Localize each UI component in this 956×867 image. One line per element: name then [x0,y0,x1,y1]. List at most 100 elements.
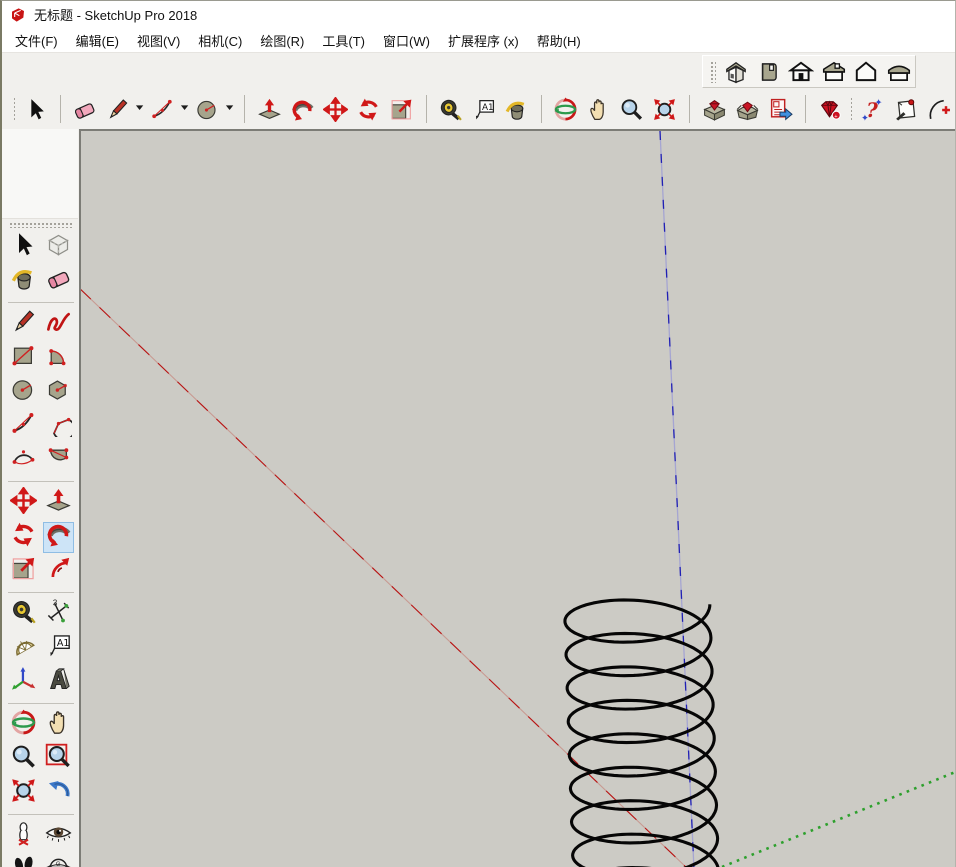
menu-item-6[interactable]: 工具(T) [313,28,374,53]
polygon-tool[interactable] [43,377,74,408]
palette-row [2,708,79,742]
arc-tool-icon[interactable] [150,96,175,122]
circle-options-caret-icon[interactable] [225,96,235,122]
iso-view-icon[interactable] [722,58,751,86]
menu-item-7[interactable]: 窗口(W) [374,28,439,53]
paint-bucket-tool[interactable] [8,266,39,297]
palette-grip[interactable] [9,222,73,228]
pan-tool-icon[interactable] [586,96,611,122]
eraser-tool[interactable] [43,266,74,297]
line-tool-icon[interactable] [105,96,130,122]
circle-tool-icon[interactable] [195,96,220,122]
dimension-tool[interactable]: 3 [43,599,74,630]
position-camera-tool[interactable] [8,821,39,852]
scale-tool-icon [10,555,37,587]
position-camera-tool-icon [10,820,37,852]
helix-curve[interactable] [565,600,720,867]
scale-tool-icon[interactable] [389,96,414,122]
right-view-icon[interactable] [819,58,848,86]
select-tool-icon[interactable] [23,96,48,122]
left-view-icon[interactable] [884,58,913,86]
title-bar: 无标题 - SketchUp Pro 2018 [2,1,955,28]
filled-pie-tool[interactable] [43,445,74,476]
line-tool-icon [10,308,37,340]
line-options-caret-icon[interactable] [135,96,145,122]
text-tool-icon[interactable]: A1 [471,96,496,122]
menu-item-1[interactable]: 文件(F) [6,28,67,53]
add-arc-plugin-icon[interactable] [926,96,951,122]
paint-bucket-tool-icon[interactable] [504,96,529,122]
three-point-arc-tool[interactable] [8,445,39,476]
top-view-icon[interactable] [754,58,783,86]
rotate-tool[interactable] [8,522,39,553]
back-view-icon[interactable] [852,58,881,86]
rectangle-tool[interactable] [8,343,39,374]
scale-tool[interactable] [8,556,39,587]
two-point-arc-tool[interactable] [8,411,39,442]
axes-tool[interactable] [8,667,39,698]
select-tool[interactable] [8,232,39,263]
views-toolbar-grip[interactable] [710,61,716,83]
viewport-canvas[interactable] [81,131,955,867]
move-tool-icon[interactable] [323,96,348,122]
ruby-console-icon[interactable] [735,96,760,122]
zoom-tool-icon[interactable] [619,96,644,122]
turn-tool[interactable]: G [43,855,74,867]
rotated-rectangle-tool-icon [45,342,72,374]
zoom-tool[interactable] [8,744,39,775]
notes-plugin-icon[interactable] [893,96,918,122]
push-pull-tool[interactable] [43,488,74,519]
make-component[interactable] [43,232,74,263]
text-tool[interactable]: A1 [43,633,74,664]
line-tool[interactable] [8,309,39,340]
rotated-rectangle-tool[interactable] [43,343,74,374]
follow-me-tool-selected[interactable] [43,522,74,553]
axes-tool-icon [10,666,37,698]
menu-item-9[interactable]: 帮助(H) [528,28,590,53]
orbit-tool[interactable] [8,710,39,741]
zoom-extents-tool[interactable] [8,778,39,809]
push-pull-tool-icon[interactable] [257,96,282,122]
palette-row [2,307,79,341]
offset-tool[interactable] [43,556,74,587]
follow-me-tool-icon[interactable] [290,96,315,122]
orbit-tool-icon[interactable] [553,96,578,122]
freehand-tool[interactable] [43,309,74,340]
main-toolbar-grip[interactable] [13,97,15,121]
drawing-viewport[interactable] [79,129,955,867]
front-view-icon[interactable] [787,58,816,86]
plugin-toolbar-grip[interactable] [850,97,852,121]
pie-tool[interactable] [43,411,74,442]
tape-measure-tool[interactable] [8,599,39,630]
zoom-window-tool[interactable] [43,744,74,775]
menu-item-4[interactable]: 相机(C) [189,28,251,53]
components-ruby-icon[interactable] [702,96,727,122]
move-tool[interactable] [8,488,39,519]
walk-tool[interactable] [8,855,39,867]
eraser-tool-icon[interactable] [72,96,97,122]
arc-options-caret-icon[interactable] [180,96,190,122]
extension-warehouse-icon[interactable]: + [817,96,842,122]
zoom-tool-icon [10,743,37,775]
previous-view[interactable] [43,778,74,809]
protractor-tool[interactable] [8,633,39,664]
tape-measure-tool-icon[interactable] [438,96,463,122]
main-toolbar: A1 + ?✦✦ [2,89,955,129]
sketchup-window: 无标题 - SketchUp Pro 2018 文件(F)编辑(E)视图(V)相… [0,0,956,867]
zoom-extents-tool-icon[interactable] [652,96,677,122]
menu-item-2[interactable]: 编辑(E) [67,28,128,53]
circle-tool[interactable] [8,377,39,408]
3d-text-tool[interactable] [43,667,74,698]
menu-item-5[interactable]: 绘图(R) [251,28,313,53]
rotate-tool-icon[interactable] [356,96,381,122]
menu-item-8[interactable]: 扩展程序 (x) [439,28,528,53]
look-around-tool[interactable] [43,821,74,852]
3d-text-tool-icon [45,666,72,698]
pan-tool[interactable] [43,710,74,741]
palette-row [2,409,79,443]
export-document-icon[interactable] [768,96,793,122]
menu-item-3[interactable]: 视图(V) [128,28,189,53]
instructor-help-icon[interactable]: ?✦✦ [860,96,885,122]
palette-row [2,375,79,409]
freehand-tool-icon [45,308,72,340]
